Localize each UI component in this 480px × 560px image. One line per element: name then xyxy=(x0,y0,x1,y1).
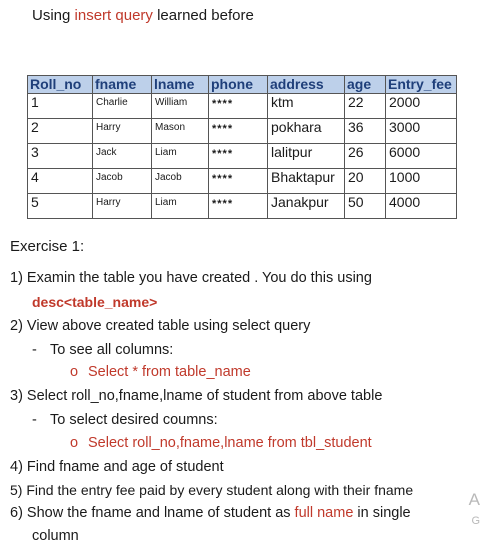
cell-age: 22 xyxy=(344,93,386,119)
cell-fname: Harry xyxy=(92,118,152,144)
question-3: 3) Select roll_no,fname,lname of student… xyxy=(10,388,383,404)
intro-suffix: learned before xyxy=(152,7,254,24)
header-phone: phone xyxy=(208,75,268,94)
cell-age: 26 xyxy=(344,143,386,169)
table-row: 3 Jack Liam **** lalitpur 26 6000 xyxy=(27,143,457,169)
question-3-bullet-mark: o xyxy=(70,435,79,451)
cell-address: lalitpur xyxy=(267,143,345,169)
cell-fname: Jack xyxy=(92,143,152,169)
cell-phone: **** xyxy=(208,143,268,169)
question-2-sub: To see all columns: xyxy=(50,342,174,358)
cell-lname: Liam xyxy=(151,193,209,219)
question-1-code: desc<table_name> xyxy=(32,294,158,310)
question-4: 4) Find fname and age of student xyxy=(10,459,224,475)
table-row: 2 Harry Mason **** pokhara 36 3000 xyxy=(27,118,457,144)
question-3-dash: - xyxy=(32,412,37,428)
cell-lname: Jacob xyxy=(151,168,209,194)
question-6-suffix: in single xyxy=(353,505,411,521)
intro-line: Using insert query learned before xyxy=(32,7,254,24)
header-roll-no: Roll_no xyxy=(27,75,93,94)
question-6-prefix: 6) Show the fname and lname of student a… xyxy=(10,505,295,521)
cell-entry-fee: 1000 xyxy=(385,168,457,194)
cell-roll-no: 3 xyxy=(27,143,93,169)
intro-prefix: Using xyxy=(32,7,75,24)
cell-address: pokhara xyxy=(267,118,345,144)
cell-fname: Charlie xyxy=(92,93,152,119)
question-3-bullet: Select roll_no,fname,lname from tbl_stud… xyxy=(88,435,372,451)
cell-entry-fee: 3000 xyxy=(385,118,457,144)
cell-roll-no: 2 xyxy=(27,118,93,144)
cell-roll-no: 4 xyxy=(27,168,93,194)
cell-phone: **** xyxy=(208,193,268,219)
cell-address: Bhaktapur xyxy=(267,168,345,194)
header-address: address xyxy=(267,75,345,94)
table-row: 5 Harry Liam **** Janakpur 50 4000 xyxy=(27,193,457,219)
edge-letter-a: A xyxy=(468,490,480,509)
question-2-bullet: Select * from table_name xyxy=(88,364,251,380)
cell-age: 50 xyxy=(344,193,386,219)
table-row: 4 Jacob Jacob **** Bhaktapur 20 1000 xyxy=(27,168,457,194)
cell-entry-fee: 4000 xyxy=(385,193,457,219)
cell-entry-fee: 6000 xyxy=(385,143,457,169)
table-row: 1 Charlie William **** ktm 22 2000 xyxy=(27,93,457,119)
cell-fname: Jacob xyxy=(92,168,152,194)
cell-phone: **** xyxy=(208,118,268,144)
cell-lname: Liam xyxy=(151,143,209,169)
cell-phone: **** xyxy=(208,93,268,119)
question-3-sub: To select desired coumns: xyxy=(50,412,218,428)
cell-lname: William xyxy=(151,93,209,119)
cell-age: 36 xyxy=(344,118,386,144)
question-6-highlight: full name xyxy=(294,505,354,521)
question-2: 2) View above created table using select… xyxy=(10,318,311,334)
table-header-row: Roll_no fname lname phone address age En… xyxy=(27,75,457,94)
cell-address: ktm xyxy=(267,93,345,119)
edge-letter-g: G xyxy=(471,515,480,527)
question-5: 5) Find the entry fee paid by every stud… xyxy=(10,482,414,498)
cell-roll-no: 1 xyxy=(27,93,93,119)
cell-age: 20 xyxy=(344,168,386,194)
cell-address: Janakpur xyxy=(267,193,345,219)
question-1: 1) Examin the table you have created . Y… xyxy=(10,270,372,286)
cell-lname: Mason xyxy=(151,118,209,144)
cell-fname: Harry xyxy=(92,193,152,219)
exercise-title: Exercise 1: xyxy=(10,238,85,255)
cell-entry-fee: 2000 xyxy=(385,93,457,119)
header-entry-fee: Entry_fee xyxy=(385,75,457,94)
header-lname: lname xyxy=(151,75,209,94)
cell-phone: **** xyxy=(208,168,268,194)
question-2-bullet-mark: o xyxy=(70,364,79,380)
header-age: age xyxy=(344,75,386,94)
intro-highlight: insert query xyxy=(74,7,153,24)
cell-roll-no: 5 xyxy=(27,193,93,219)
question-2-dash: - xyxy=(32,342,37,358)
question-6-continued: column xyxy=(32,528,79,544)
header-fname: fname xyxy=(92,75,152,94)
student-table: Roll_no fname lname phone address age En… xyxy=(27,75,457,219)
question-6: 6) Show the fname and lname of student a… xyxy=(10,505,411,521)
